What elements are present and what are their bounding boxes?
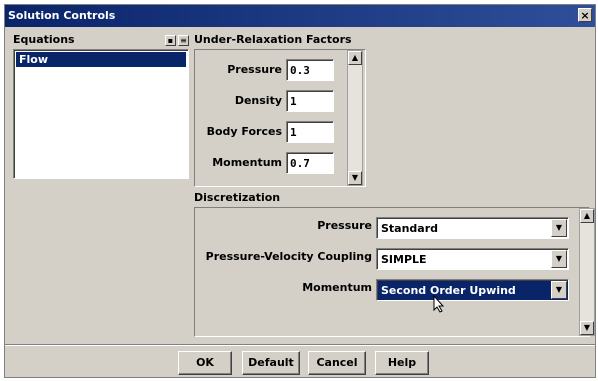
relax-body-forces-input[interactable]: 1: [286, 121, 334, 143]
disc-pressure-select[interactable]: Standard ▼: [376, 217, 569, 239]
relax-pressure-input[interactable]: 0.3: [286, 59, 334, 81]
chevron-down-icon[interactable]: ▼: [551, 281, 567, 299]
disc-pressure-label: Pressure: [317, 219, 372, 232]
relaxation-scrollbar[interactable]: ▲ ▼: [347, 50, 363, 186]
default-button[interactable]: Default: [242, 351, 300, 375]
scroll-up-icon[interactable]: ▲: [348, 51, 362, 65]
disc-coupling-select[interactable]: SIMPLE ▼: [376, 248, 569, 270]
mouse-cursor-icon: [433, 295, 445, 313]
deselect-all-icon[interactable]: ≡: [178, 35, 189, 46]
disc-coupling-value: SIMPLE: [381, 253, 427, 266]
equations-heading: Equations: [13, 33, 75, 46]
relax-body-forces-label: Body Forces: [206, 125, 282, 138]
button-separator: [5, 344, 595, 346]
disc-coupling-label: Pressure-Velocity Coupling: [205, 250, 372, 263]
scroll-up-icon[interactable]: ▲: [580, 209, 594, 223]
scroll-down-icon[interactable]: ▼: [580, 321, 594, 335]
relax-density-label: Density: [234, 94, 282, 107]
relax-momentum-label: Momentum: [212, 156, 282, 169]
list-item-flow[interactable]: Flow: [16, 52, 186, 67]
help-button[interactable]: Help: [375, 351, 429, 375]
ok-button[interactable]: OK: [178, 351, 232, 375]
chevron-down-icon[interactable]: ▼: [551, 250, 567, 268]
disc-momentum-value: Second Order Upwind: [381, 284, 516, 297]
disc-momentum-select[interactable]: Second Order Upwind ▼: [376, 279, 569, 301]
close-icon: ×: [580, 9, 590, 22]
title-bar[interactable]: Solution Controls ×: [5, 5, 595, 27]
solution-controls-dialog: Solution Controls × Equations ▪ ≡ Flow U…: [4, 4, 596, 378]
disc-pressure-value: Standard: [381, 222, 439, 235]
cancel-button[interactable]: Cancel: [308, 351, 366, 375]
select-all-icon[interactable]: ▪: [165, 35, 176, 46]
discretization-heading: Discretization: [194, 191, 281, 204]
relax-pressure-label: Pressure: [227, 63, 282, 76]
window-title: Solution Controls: [8, 9, 116, 22]
disc-momentum-label: Momentum: [302, 281, 372, 294]
relax-density-input[interactable]: 1: [286, 90, 334, 112]
scroll-down-icon[interactable]: ▼: [348, 171, 362, 185]
relax-momentum-input[interactable]: 0.7: [286, 152, 334, 174]
discretization-scrollbar[interactable]: ▲ ▼: [579, 208, 595, 336]
equations-list[interactable]: Flow: [13, 49, 189, 179]
under-relaxation-heading: Under-Relaxation Factors: [194, 33, 352, 46]
chevron-down-icon[interactable]: ▼: [551, 219, 567, 237]
close-button[interactable]: ×: [578, 8, 592, 22]
